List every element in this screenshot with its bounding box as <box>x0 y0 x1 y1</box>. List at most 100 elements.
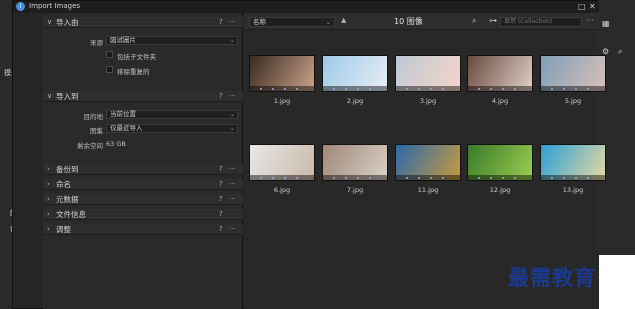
help-icon[interactable]: ? <box>219 224 223 235</box>
grid-toolbar: 名称 ⌄ ▲ 10 图像 ⌕ ⊶ 显然 (Collection) ··· <box>244 13 599 30</box>
rating-dot-icon <box>502 177 504 179</box>
free-space-label: 剩余空间 <box>77 142 103 150</box>
section-label: 导入由 <box>56 18 79 27</box>
image-filename: 6.jpg <box>273 186 291 194</box>
subfolders-label: 包括子文件夹 <box>117 53 156 61</box>
image-thumbnail[interactable] <box>540 55 606 92</box>
rating-dot-icon <box>430 177 432 179</box>
source-value: 図试圖片 <box>110 36 136 44</box>
thumbnail-status-bar <box>468 175 532 180</box>
sort-select[interactable]: 名称 ⌄ <box>249 17 335 27</box>
rating-dot-icon <box>478 88 480 90</box>
rating-dot-icon <box>478 177 480 179</box>
search-icon[interactable]: ⌕ <box>472 16 476 26</box>
more-icon[interactable]: ··· <box>229 179 236 189</box>
maximize-button[interactable]: □ <box>578 1 586 12</box>
help-icon[interactable]: ? <box>219 209 223 220</box>
rating-dot-icon <box>406 177 408 179</box>
section-backup[interactable]: › 备份到 ? ··· <box>43 164 243 175</box>
chevron-down-icon: ⌄ <box>229 125 235 132</box>
help-icon[interactable]: ? <box>219 17 223 28</box>
image-thumbnail[interactable] <box>249 55 315 92</box>
image-thumbnail[interactable] <box>322 55 388 92</box>
dialog-titlebar[interactable]: i Import Images □ ✕ <box>13 1 599 13</box>
rating-dot-icon <box>272 88 274 90</box>
image-thumbnail[interactable] <box>322 144 388 181</box>
section-import-to[interactable]: ∨ 导入到 ? ··· <box>43 91 243 102</box>
rating-dot-icon <box>563 177 565 179</box>
thumbnail-status-bar <box>541 86 605 91</box>
rating-dot-icon <box>357 88 359 90</box>
thumbnail-status-bar <box>468 86 532 91</box>
catalog-select[interactable]: 仅最近导入 ⌄ <box>106 124 238 133</box>
image-thumbnail[interactable] <box>395 55 461 92</box>
section-file-info[interactable]: › 文件信息 ? <box>43 209 243 220</box>
duplicates-checkbox[interactable] <box>106 66 113 73</box>
sort-direction-icon[interactable]: ▲ <box>341 16 346 24</box>
chevron-right-icon: › <box>47 210 50 218</box>
image-thumbnail[interactable] <box>540 144 606 181</box>
chevron-down-icon: ⌄ <box>229 111 235 118</box>
rating-dot-icon <box>284 88 286 90</box>
subfolders-checkbox[interactable] <box>106 51 113 58</box>
rating-dot-icon <box>502 88 504 90</box>
rating-dot-icon <box>369 88 371 90</box>
destination-select[interactable]: 当前位置 ⌄ <box>106 110 238 119</box>
section-adjustments[interactable]: › 调整 ? ··· <box>43 224 243 235</box>
close-button[interactable]: ✕ <box>589 1 596 12</box>
help-icon[interactable]: ? <box>219 91 223 102</box>
watermark-logo: 最需教育 <box>508 265 596 290</box>
rating-dot-icon <box>345 177 347 179</box>
help-icon[interactable]: ? <box>219 179 223 190</box>
search-icon[interactable]: ⌕ <box>618 47 622 57</box>
duplicates-label: 排除重复的 <box>117 68 150 76</box>
search-placeholder: 显然 (Collection) <box>504 18 553 25</box>
more-icon[interactable]: ··· <box>586 16 594 25</box>
help-icon[interactable]: ? <box>219 194 223 205</box>
thumbnail-status-bar <box>396 175 460 180</box>
image-thumbnail[interactable] <box>467 144 533 181</box>
rating-dot-icon <box>296 177 298 179</box>
image-thumbnail[interactable] <box>467 55 533 92</box>
image-filename: 12.jpg <box>489 186 511 194</box>
more-icon[interactable]: ··· <box>229 194 236 204</box>
more-icon[interactable]: ··· <box>229 164 236 174</box>
chevron-right-icon: › <box>47 195 50 203</box>
source-label: 来源 <box>90 39 103 47</box>
rating-dot-icon <box>369 177 371 179</box>
section-metadata[interactable]: › 元数据 ? ··· <box>43 194 243 205</box>
rating-dot-icon <box>296 88 298 90</box>
import-options-panel: ∨ 导入由 ? ··· 来源 図试圖片 ⌄ 包括子文件夹 排除重复的 ∨ 导入到… <box>43 13 243 309</box>
help-icon[interactable]: ? <box>219 164 223 175</box>
destination-label: 目的地 <box>83 113 104 121</box>
search-input[interactable]: 显然 (Collection) <box>500 17 582 27</box>
section-label: 元数据 <box>56 195 79 204</box>
rating-dot-icon <box>345 88 347 90</box>
chevron-right-icon: › <box>47 180 50 188</box>
chevron-down-icon: ∨ <box>47 92 53 100</box>
rating-dot-icon <box>587 88 589 90</box>
grid-icon[interactable]: ▦ <box>602 19 610 28</box>
image-filename: 4.jpg <box>491 97 509 105</box>
section-import-from[interactable]: ∨ 导入由 ? ··· <box>43 17 243 28</box>
filter-icon[interactable]: ⊶ <box>489 16 497 25</box>
rating-dot-icon <box>272 177 274 179</box>
more-icon[interactable]: ··· <box>229 224 236 234</box>
more-icon[interactable]: ··· <box>229 91 236 101</box>
image-thumbnail[interactable] <box>249 144 315 181</box>
section-label: 导入到 <box>56 92 79 101</box>
source-select[interactable]: 図试圖片 ⌄ <box>106 36 238 45</box>
rating-dot-icon <box>514 177 516 179</box>
image-filename: 1.jpg <box>273 97 291 105</box>
rating-dot-icon <box>442 177 444 179</box>
chevron-down-icon: ⌄ <box>229 37 235 44</box>
chevron-down-icon: ∨ <box>47 18 53 26</box>
dialog-title: Import Images <box>29 2 81 10</box>
image-thumbnail[interactable] <box>395 144 461 181</box>
rating-dot-icon <box>490 88 492 90</box>
more-icon[interactable]: ··· <box>229 17 236 27</box>
rating-dot-icon <box>442 88 444 90</box>
thumbnail-status-bar <box>541 175 605 180</box>
rating-dot-icon <box>284 177 286 179</box>
section-naming[interactable]: › 命名 ? ··· <box>43 179 243 190</box>
